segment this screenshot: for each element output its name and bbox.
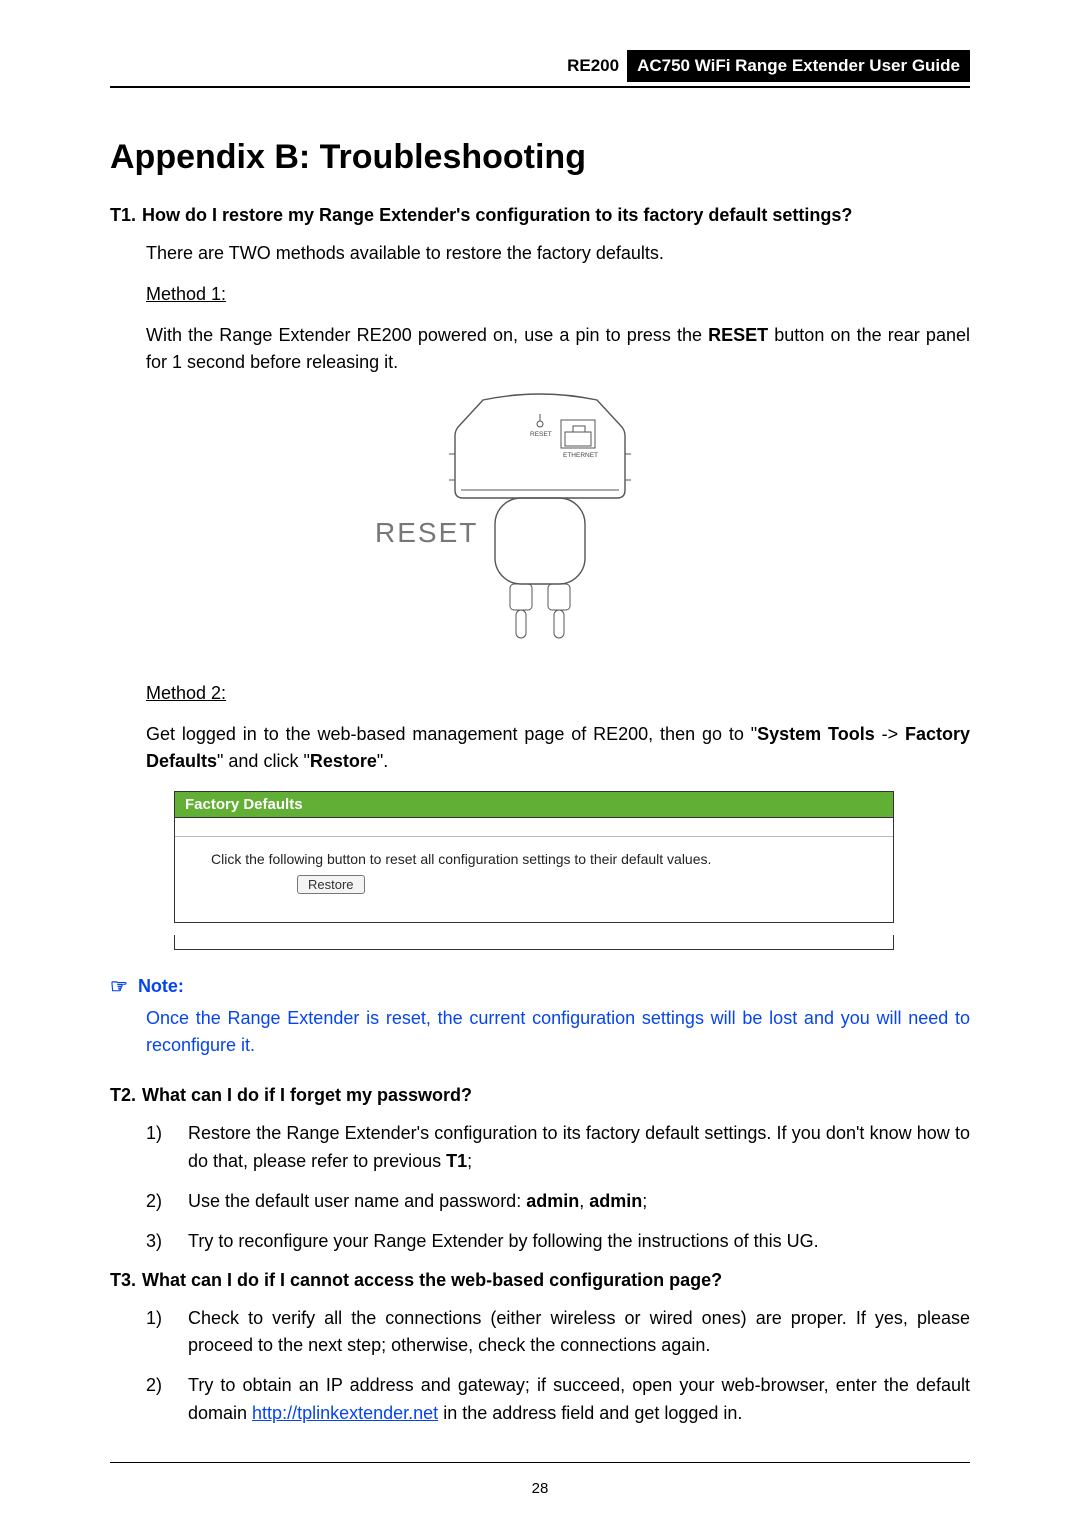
header-title: AC750 WiFi Range Extender User Guide — [627, 50, 970, 82]
note-heading: ☞ Note: — [110, 974, 970, 999]
t2-text: What can I do if I forget my password? — [142, 1085, 970, 1106]
list-item: 2) Try to obtain an IP address and gatew… — [146, 1372, 970, 1428]
i-post: ; — [467, 1151, 472, 1171]
method2-text: Get logged in to the web-based managemen… — [146, 721, 970, 775]
device-diagram: RESET ETHERNET RESET — [110, 390, 970, 650]
page: RE200 AC750 WiFi Range Extender User Gui… — [0, 0, 1080, 1527]
list-item: 2) Use the default user name and passwor… — [146, 1188, 970, 1216]
m1-pre: With the Range Extender RE200 powered on… — [146, 325, 708, 345]
ethernet-small-label: ETHERNET — [563, 452, 598, 459]
method2-label: Method 2: — [146, 680, 970, 707]
t3-text: What can I do if I cannot access the web… — [142, 1270, 970, 1291]
appendix-heading: Appendix B: Troubleshooting — [110, 138, 970, 177]
i-pre: Use the default user name and password: — [188, 1191, 526, 1211]
pointing-hand-icon: ☞ — [110, 974, 128, 999]
panel-text: Click the following button to reset all … — [211, 851, 875, 867]
t3-list: 1) Check to verify all the connections (… — [146, 1305, 970, 1429]
t2-list: 1) Restore the Range Extender's configur… — [146, 1120, 970, 1256]
i-text: Check to verify all the connections (eit… — [188, 1305, 970, 1361]
i-post: in the address field and get logged in. — [438, 1403, 742, 1423]
t2-num: T2. — [110, 1085, 136, 1106]
m2-mid: -> — [875, 724, 905, 744]
i-post: ; — [642, 1191, 647, 1211]
i-mid: , — [579, 1191, 589, 1211]
i-bold2: admin — [589, 1191, 642, 1211]
m2-post: ". — [377, 751, 388, 771]
header-rule — [110, 86, 970, 88]
item-num: 2) — [146, 1372, 170, 1428]
reset-small-label: RESET — [530, 431, 552, 438]
item-num: 3) — [146, 1228, 170, 1256]
m2-pre: Get logged in to the web-based managemen… — [146, 724, 757, 744]
t1-text: How do I restore my Range Extender's con… — [142, 205, 970, 226]
i-bold: admin — [526, 1191, 579, 1211]
m2-b1: System Tools — [757, 724, 875, 744]
default-domain-link[interactable]: http://tplinkextender.net — [252, 1403, 438, 1423]
list-item: 3) Try to reconfigure your Range Extende… — [146, 1228, 970, 1256]
t1-num: T1. — [110, 205, 136, 226]
i-bold: T1 — [446, 1151, 467, 1171]
i-pre: Restore the Range Extender's configurati… — [188, 1123, 970, 1171]
m1-bold: RESET — [708, 325, 768, 345]
panel-title: Factory Defaults — [175, 792, 893, 818]
i-text: Try to reconfigure your Range Extender b… — [188, 1228, 970, 1256]
t2-question: T2. What can I do if I forget my passwor… — [110, 1085, 970, 1106]
t3-num: T3. — [110, 1270, 136, 1291]
item-num: 1) — [146, 1120, 170, 1176]
footer-rule — [110, 1462, 970, 1463]
header-bar: RE200 AC750 WiFi Range Extender User Gui… — [110, 50, 970, 82]
method1-label: Method 1: — [146, 281, 970, 308]
note-label: Note: — [138, 976, 184, 997]
device-svg: RESET ETHERNET RESET — [375, 390, 705, 650]
list-item: 1) Check to verify all the connections (… — [146, 1305, 970, 1361]
t3-question: T3. What can I do if I cannot access the… — [110, 1270, 970, 1291]
t1-question: T1. How do I restore my Range Extender's… — [110, 205, 970, 226]
method1-text: With the Range Extender RE200 powered on… — [146, 322, 970, 376]
restore-button[interactable]: Restore — [297, 875, 365, 894]
reset-big-label: RESET — [375, 517, 478, 548]
note-body: Once the Range Extender is reset, the cu… — [146, 1005, 970, 1059]
item-num: 1) — [146, 1305, 170, 1361]
t1-body2: Method 2: Get logged in to the web-based… — [146, 680, 970, 775]
list-item: 1) Restore the Range Extender's configur… — [146, 1120, 970, 1176]
m2-b3: Restore — [310, 751, 377, 771]
t1-intro: There are TWO methods available to resto… — [146, 240, 970, 267]
panel-strip — [174, 935, 894, 950]
factory-defaults-panel: Factory Defaults Click the following but… — [174, 791, 894, 950]
header-model: RE200 — [567, 50, 627, 82]
item-num: 2) — [146, 1188, 170, 1216]
t1-body: There are TWO methods available to resto… — [146, 240, 970, 376]
m2-mid2: " and click " — [217, 751, 310, 771]
page-number: 28 — [0, 1480, 1080, 1497]
